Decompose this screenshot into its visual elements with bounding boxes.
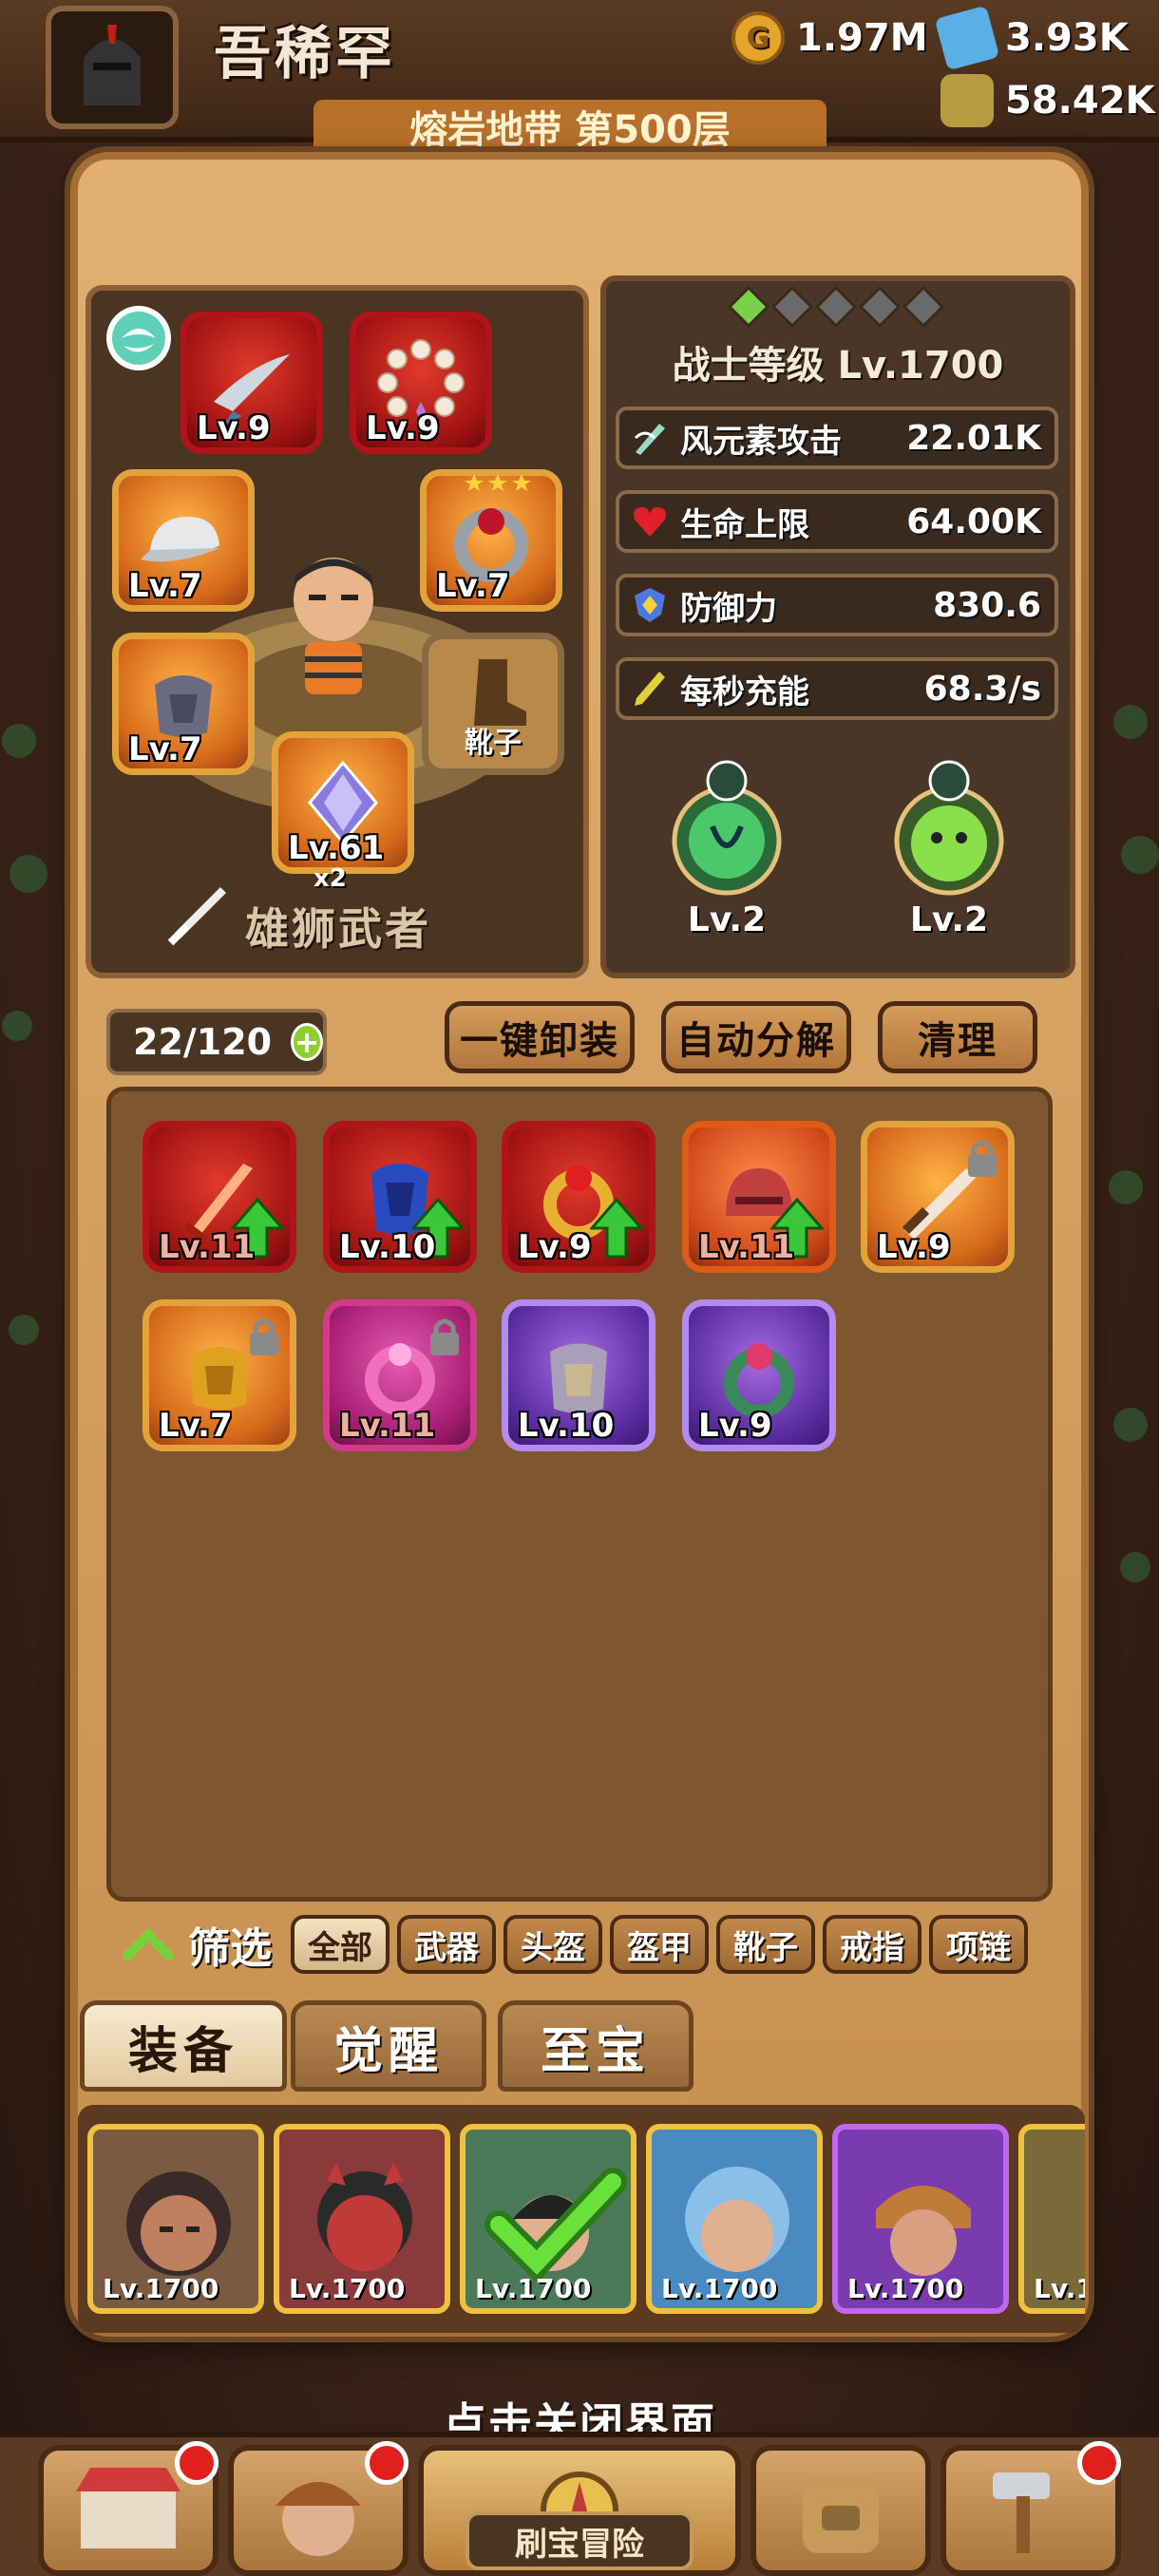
clean-button[interactable]: 清理 — [878, 1001, 1037, 1073]
nav-forge-button[interactable] — [940, 2441, 1121, 2576]
checkmark-icon — [484, 2168, 627, 2282]
inventory-capacity: 22/120 + — [106, 1009, 327, 1075]
hero-card-selected[interactable]: Lv.1700 — [460, 2124, 636, 2314]
knight-helmet-icon — [84, 25, 141, 105]
filter-armor[interactable]: 盔甲 — [610, 1915, 709, 1974]
hero-card[interactable]: Lv.1700 — [87, 2124, 264, 2314]
gold-coin-icon: G — [732, 11, 785, 65]
hero-card[interactable]: Lv.1700 — [646, 2124, 823, 2314]
hero-card[interactable]: Lv.1700 — [832, 2124, 1009, 2314]
notification-dot — [175, 2441, 218, 2485]
lock-icon — [430, 1318, 459, 1355]
sword-icon — [167, 887, 226, 946]
inventory-item[interactable]: Lv.11 — [323, 1299, 477, 1451]
three-stars-icon — [465, 474, 531, 491]
notification-dot — [365, 2441, 408, 2485]
gem-counter: 3.93K — [934, 5, 1129, 71]
pet-level-2: Lv.2 — [909, 900, 989, 939]
green-spirit-icon[interactable] — [665, 760, 788, 902]
charge-icon — [629, 668, 671, 710]
inventory-item[interactable]: Lv.10 — [502, 1299, 656, 1451]
equipped-ring-slot[interactable]: Lv.7 — [420, 469, 562, 612]
auto-decompose-button[interactable]: 自动分解 — [661, 1001, 851, 1073]
expand-capacity-button[interactable]: + — [291, 1023, 323, 1061]
equipped-weapon-slot[interactable]: Lv.9 — [180, 312, 323, 454]
inventory-item[interactable]: Lv.9 — [861, 1121, 1015, 1273]
equipped-helmet-slot[interactable]: Lv.7 — [112, 469, 255, 612]
filter-boots[interactable]: 靴子 — [716, 1915, 815, 1974]
tab-awaken[interactable]: 觉醒 — [291, 2000, 486, 2092]
filter-all[interactable]: 全部 — [291, 1915, 390, 1974]
jar-icon — [940, 74, 994, 127]
lock-icon — [250, 1318, 278, 1355]
equipped-armor-slot[interactable]: Lv.7 — [112, 633, 255, 775]
shop-icon — [76, 2468, 180, 2548]
notification-dot — [1077, 2441, 1121, 2485]
weapon-name: 雄狮武者 — [245, 903, 431, 955]
heart-icon — [629, 501, 671, 542]
nav-shop-button[interactable] — [38, 2441, 218, 2576]
warrior-character — [294, 558, 373, 694]
jar-counter: 58.42K — [940, 74, 1155, 127]
player-avatar[interactable] — [46, 6, 179, 129]
inventory-item[interactable]: Lv.7 — [142, 1299, 296, 1451]
pet-level-1: Lv.2 — [687, 900, 767, 939]
filter-helmet[interactable]: 头盔 — [504, 1915, 602, 1974]
filter-ring[interactable]: 戒指 — [823, 1915, 922, 1974]
unequip-all-button[interactable]: 一键卸装 — [445, 1001, 635, 1073]
inventory-item[interactable]: Lv.11 — [142, 1121, 296, 1273]
lock-icon — [968, 1140, 997, 1177]
adventure-label: 刷宝冒险 — [466, 2511, 694, 2570]
tab-equipment[interactable]: 装备 — [80, 2000, 287, 2092]
gem-icon — [934, 5, 1000, 71]
stat-row-charge-rate: 每秒充能 68.3/s — [616, 657, 1058, 720]
gold-counter: G 1.97M — [732, 11, 928, 65]
stat-row-defense: 防御力 830.6 — [616, 574, 1058, 636]
hero-card[interactable]: Lv.1700 — [274, 2124, 450, 2314]
hero-selector: Lv.1700 Lv.1700 Lv.1700 Lv.1700 Lv.1700 … — [78, 2105, 1085, 2333]
hammer-icon — [993, 2472, 1050, 2553]
equipped-necklace-slot[interactable]: Lv.9 — [350, 312, 492, 454]
shield-icon — [629, 584, 671, 626]
inventory-item[interactable]: Lv.10 — [323, 1121, 477, 1273]
filter-weapon[interactable]: 武器 — [397, 1915, 496, 1974]
chevron-up-icon — [123, 1927, 174, 1960]
wind-attack-icon — [629, 417, 671, 459]
core-multiplier: x2 — [314, 864, 347, 893]
top-bar: 吾稀罕 G 1.97M 3.93K 58.42K 熔岩地带 第500层 — [0, 0, 1159, 166]
rank-diamonds — [727, 285, 945, 329]
boots-slot-label: 靴子 — [465, 727, 522, 760]
stat-row-max-hp: 生命上限 64.00K — [616, 490, 1058, 553]
warrior-level: 战士等级 Lv.1700 — [672, 344, 1004, 388]
slime-spirit-icon[interactable] — [887, 760, 1011, 902]
player-name: 吾稀罕 — [214, 21, 396, 87]
nav-bag-button[interactable] — [750, 2445, 931, 2576]
filter-bar: 筛选 全部 武器 头盔 盔甲 靴子 戒指 项链 — [106, 1911, 1056, 1978]
filter-necklace[interactable]: 项链 — [929, 1915, 1028, 1974]
inventory-item[interactable]: Lv.9 — [502, 1121, 656, 1273]
upgrade-arrow-icon — [590, 1198, 643, 1259]
stat-row-wind-attack: 风元素攻击 22.01K — [616, 407, 1058, 469]
equipped-core-slot[interactable]: Lv.61 — [272, 731, 414, 874]
tab-treasure[interactable]: 至宝 — [498, 2000, 694, 2092]
inventory-item[interactable]: Lv.11 — [682, 1121, 836, 1273]
hero-card[interactable]: Lv.1 — [1018, 2124, 1085, 2314]
inventory-item[interactable]: Lv.9 — [682, 1299, 836, 1451]
nav-hero-button[interactable] — [228, 2441, 408, 2576]
wind-element-icon — [106, 306, 171, 370]
backpack-icon — [803, 2482, 879, 2553]
empty-boots-slot[interactable]: 靴子 — [422, 633, 564, 775]
filter-toggle[interactable]: 筛选 — [122, 1914, 272, 1975]
hero-nav-icon — [276, 2482, 361, 2556]
